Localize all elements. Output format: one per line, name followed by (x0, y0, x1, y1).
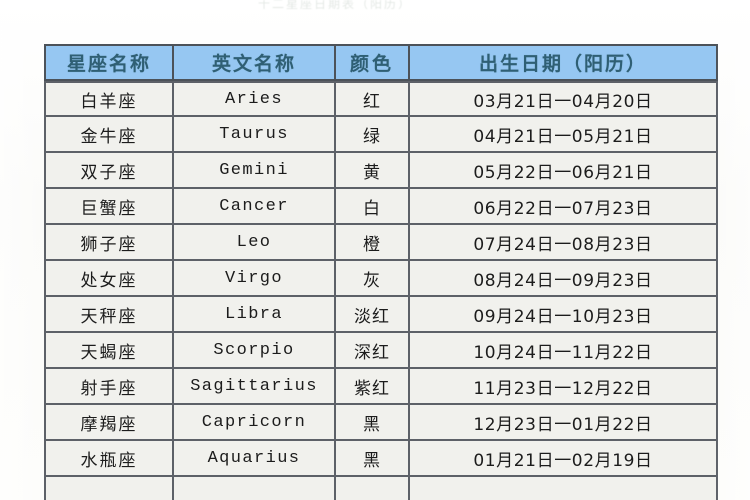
table-row: 巨蟹座 Cancer 白 06月22日一07月23日 (44, 189, 718, 225)
cell-birth-date: 07月24日一08月23日 (408, 225, 718, 261)
cell-english-name-clipped (172, 477, 334, 500)
cell-zodiac-name: 狮子座 (44, 225, 172, 261)
table-row: 射手座 Sagittarius 紫红 11月23日一12月22日 (44, 369, 718, 405)
cell-birth-date: 08月24日一09月23日 (408, 261, 718, 297)
cell-zodiac-name: 水瓶座 (44, 441, 172, 477)
column-header-color: 颜色 (334, 44, 408, 81)
table-header: 星座名称 英文名称 颜色 出生日期（阳历） (44, 44, 718, 81)
cell-zodiac-name: 白羊座 (44, 81, 172, 117)
cell-birth-date: 06月22日一07月23日 (408, 189, 718, 225)
cell-zodiac-name: 金牛座 (44, 117, 172, 153)
column-header-english-name: 英文名称 (172, 44, 334, 81)
zodiac-table: 星座名称 英文名称 颜色 出生日期（阳历） 白羊座 Aries 红 03月21日… (44, 44, 718, 500)
table-row: 狮子座 Leo 橙 07月24日一08月23日 (44, 225, 718, 261)
cell-english-name: Virgo (172, 261, 334, 297)
table-row: 天蝎座 Scorpio 深红 10月24日一11月22日 (44, 333, 718, 369)
document-page: 十二星座日期表（阳历） 星座名称 英文名称 颜色 出生日期（阳历） 白羊座 Ar… (0, 0, 750, 500)
column-header-zodiac-name: 星座名称 (44, 44, 172, 81)
cell-english-name: Capricorn (172, 405, 334, 441)
cell-color: 橙 (334, 225, 408, 261)
table-row: 摩羯座 Capricorn 黑 12月23日一01月22日 (44, 405, 718, 441)
cell-birth-date: 04月21日一05月21日 (408, 117, 718, 153)
table-row: 白羊座 Aries 红 03月21日一04月20日 (44, 81, 718, 117)
clipped-title-text: 十二星座日期表（阳历） (258, 0, 413, 9)
table-row: 处女座 Virgo 灰 08月24日一09月23日 (44, 261, 718, 297)
cell-zodiac-name: 摩羯座 (44, 405, 172, 441)
cell-color: 黑 (334, 441, 408, 477)
cell-color: 黑 (334, 405, 408, 441)
cell-english-name: Scorpio (172, 333, 334, 369)
cell-birth-date: 05月22日一06月21日 (408, 153, 718, 189)
cell-color: 黄 (334, 153, 408, 189)
cell-color: 灰 (334, 261, 408, 297)
table-row: 水瓶座 Aquarius 黑 01月21日一02月19日 (44, 441, 718, 477)
cell-zodiac-name: 处女座 (44, 261, 172, 297)
cell-color: 深红 (334, 333, 408, 369)
cell-color: 淡红 (334, 297, 408, 333)
zodiac-table-container: 星座名称 英文名称 颜色 出生日期（阳历） 白羊座 Aries 红 03月21日… (44, 44, 718, 500)
cell-zodiac-name: 射手座 (44, 369, 172, 405)
column-header-birth-date: 出生日期（阳历） (408, 44, 718, 81)
table-row: 天秤座 Libra 淡红 09月24日一10月23日 (44, 297, 718, 333)
cell-zodiac-name: 双子座 (44, 153, 172, 189)
table-row: 双子座 Gemini 黄 05月22日一06月21日 (44, 153, 718, 189)
cell-birth-date: 12月23日一01月22日 (408, 405, 718, 441)
cell-english-name: Libra (172, 297, 334, 333)
cell-birth-date: 03月21日一04月20日 (408, 81, 718, 117)
cell-english-name: Cancer (172, 189, 334, 225)
cell-english-name: Aquarius (172, 441, 334, 477)
table-row: 金牛座 Taurus 绿 04月21日一05月21日 (44, 117, 718, 153)
cell-birth-date: 01月21日一02月19日 (408, 441, 718, 477)
cell-birth-date: 10月24日一11月22日 (408, 333, 718, 369)
cell-color: 白 (334, 189, 408, 225)
cell-english-name: Sagittarius (172, 369, 334, 405)
cell-color: 紫红 (334, 369, 408, 405)
cell-zodiac-name-clipped (44, 477, 172, 500)
cell-birth-date: 09月24日一10月23日 (408, 297, 718, 333)
cell-english-name: Gemini (172, 153, 334, 189)
table-body: 白羊座 Aries 红 03月21日一04月20日 金牛座 Taurus 绿 0… (44, 81, 718, 500)
table-row-clipped (44, 477, 718, 500)
cell-zodiac-name: 巨蟹座 (44, 189, 172, 225)
cell-color: 红 (334, 81, 408, 117)
cell-zodiac-name: 天蝎座 (44, 333, 172, 369)
cell-english-name: Aries (172, 81, 334, 117)
cell-color: 绿 (334, 117, 408, 153)
cell-birth-date: 11月23日一12月22日 (408, 369, 718, 405)
header-row: 星座名称 英文名称 颜色 出生日期（阳历） (44, 44, 718, 81)
cell-zodiac-name: 天秤座 (44, 297, 172, 333)
cell-english-name: Leo (172, 225, 334, 261)
cell-english-name: Taurus (172, 117, 334, 153)
cell-color-clipped (334, 477, 408, 500)
cell-birth-date-clipped (408, 477, 718, 500)
